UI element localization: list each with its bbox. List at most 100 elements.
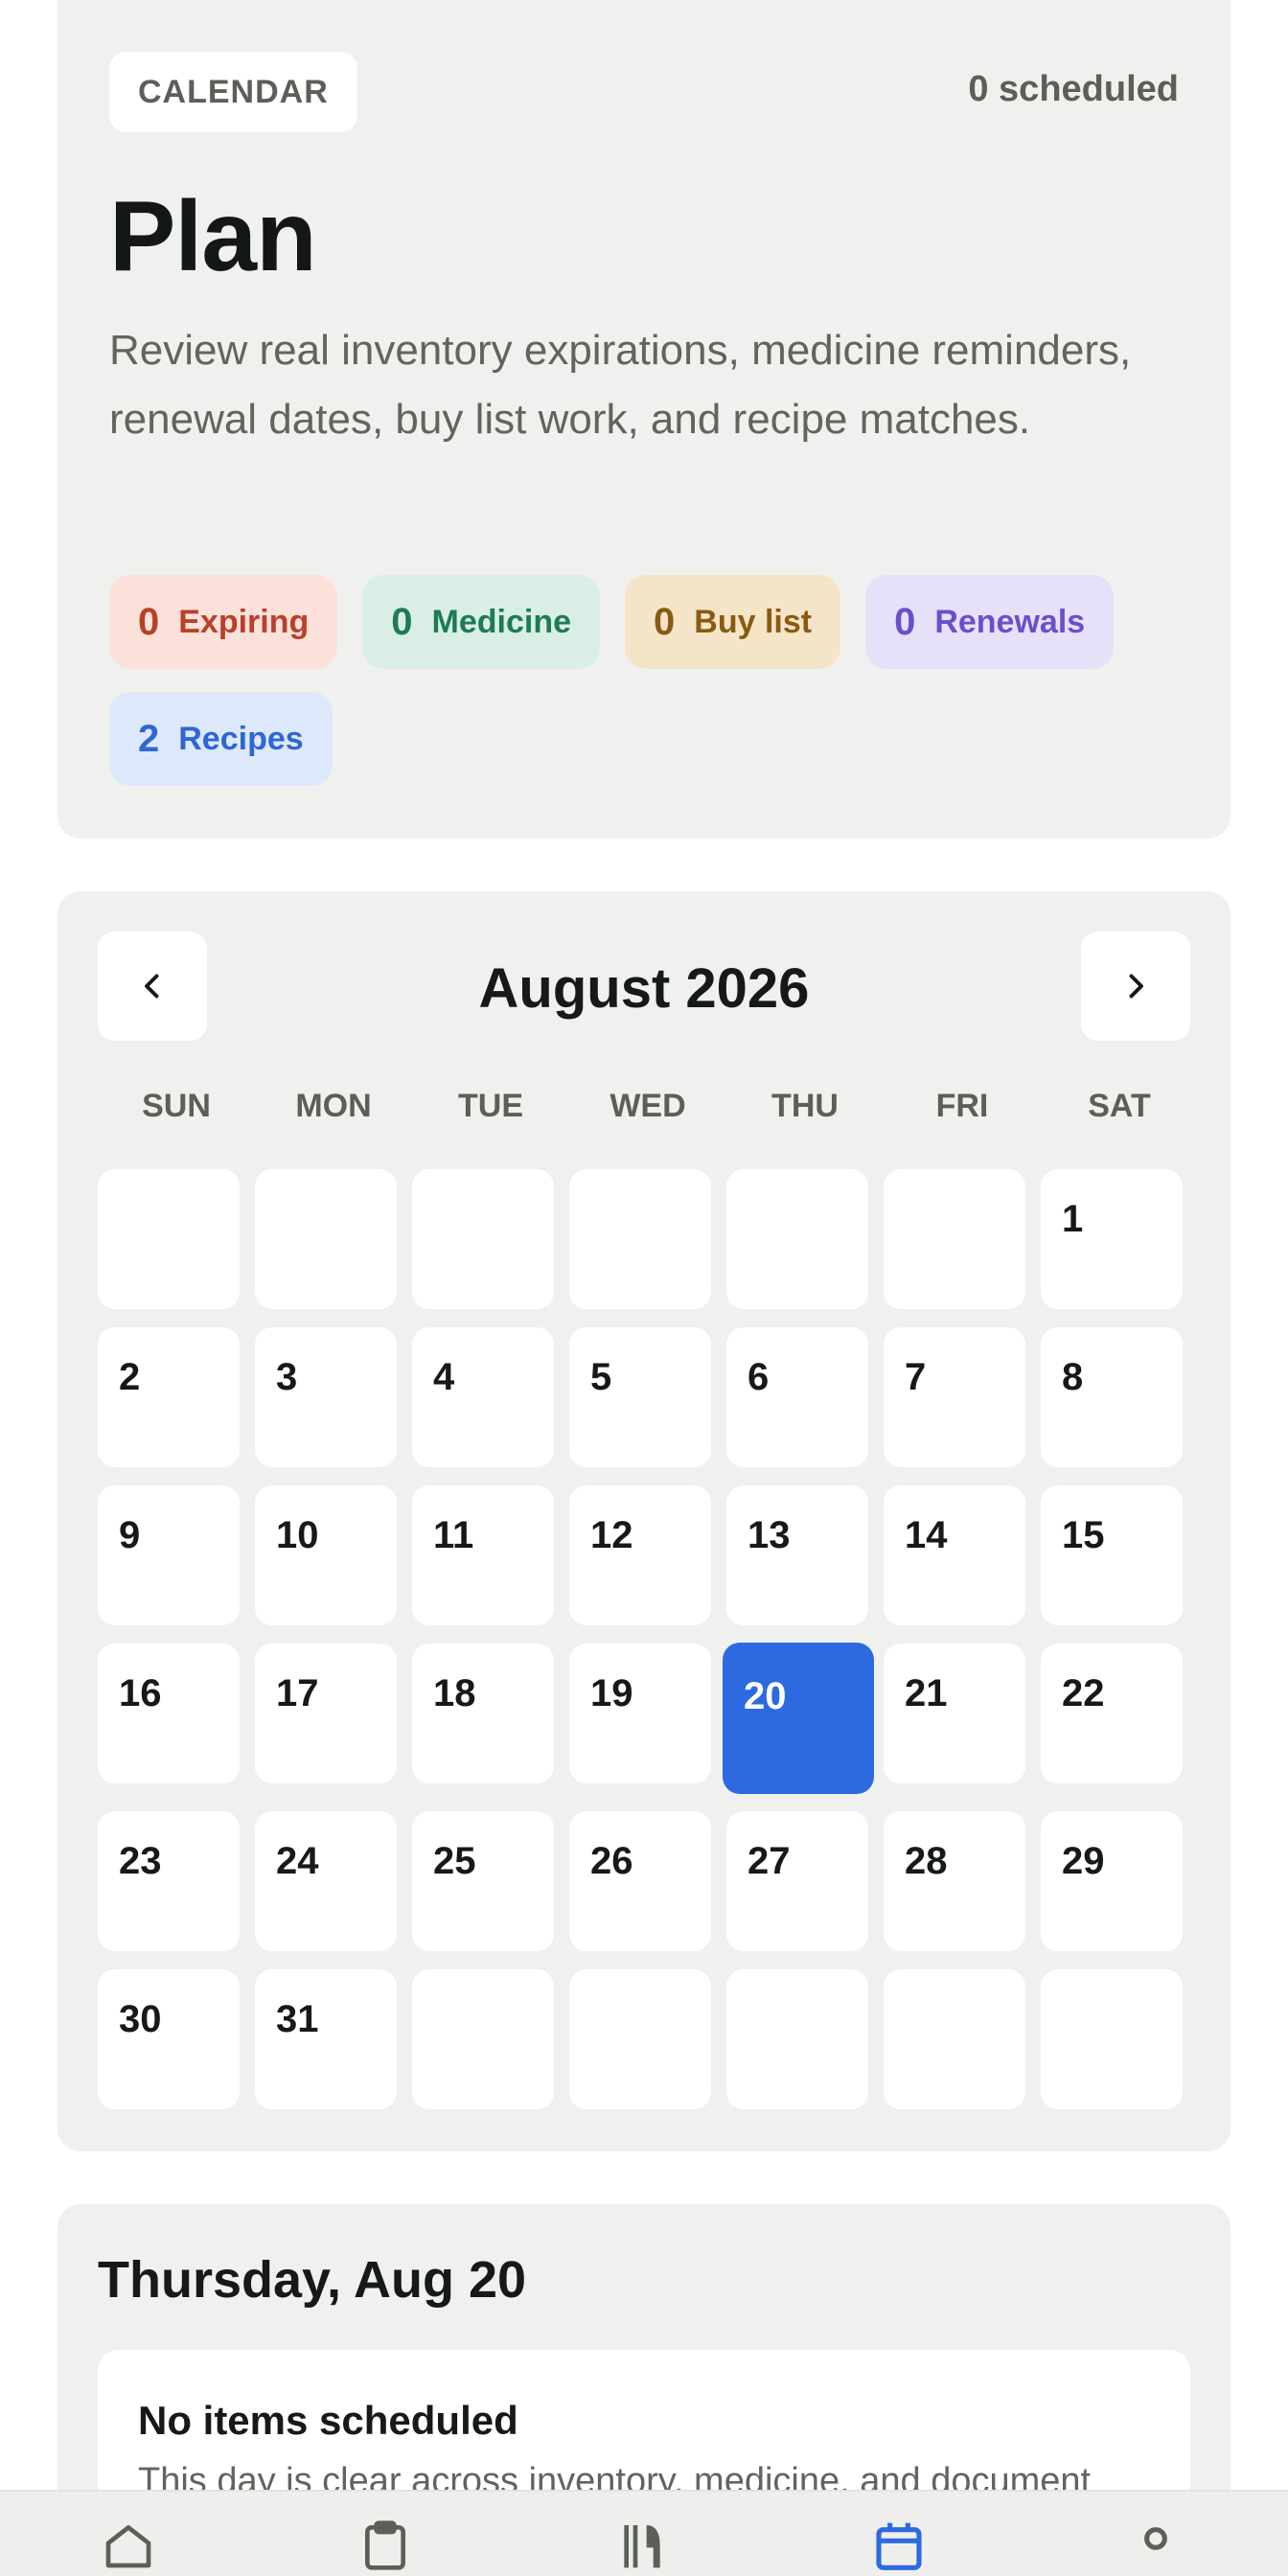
calendar-day[interactable]: 16: [98, 1644, 240, 1783]
day-number: 26: [590, 1840, 633, 1882]
calendar-icon: [876, 2522, 922, 2570]
day-number: 14: [905, 1514, 948, 1556]
page-title: Plan: [109, 181, 317, 292]
calendar-day[interactable]: 5: [569, 1327, 711, 1467]
tab-calendar[interactable]: [770, 2492, 1027, 2576]
day-number: 19: [590, 1672, 633, 1714]
home-icon: [105, 2525, 151, 2568]
calendar-day[interactable]: 30: [98, 1969, 240, 2109]
calendar-day[interactable]: 22: [1041, 1644, 1183, 1783]
calendar-day[interactable]: 25: [412, 1811, 554, 1951]
calendar-empty-cell: [884, 1969, 1025, 2109]
filter-chips: 0 Expiring 0 Medicine 0 Buy list 0 Renew…: [109, 575, 1183, 786]
calendar-day[interactable]: 10: [255, 1485, 397, 1625]
calendar-day[interactable]: 12: [569, 1485, 711, 1625]
empty-state-title: No items scheduled: [138, 2398, 518, 2443]
chip-label: Expiring: [178, 603, 310, 640]
weekday-label: MON: [295, 1088, 372, 1124]
calendar-day[interactable]: 24: [255, 1811, 397, 1951]
calendar-empty-cell: [726, 1969, 868, 2109]
profile-icon: [1144, 2527, 1167, 2550]
chip-recipes[interactable]: 2 Recipes: [109, 692, 333, 786]
calendar-day[interactable]: 15: [1041, 1485, 1183, 1625]
day-number: 8: [1062, 1356, 1084, 1398]
calendar-empty-cell: [1041, 1969, 1183, 2109]
chip-medicine[interactable]: 0 Medicine: [362, 575, 601, 669]
calendar-day[interactable]: 28: [884, 1811, 1025, 1951]
day-number: 18: [433, 1672, 476, 1714]
chip-count: 0: [138, 600, 160, 643]
calendar-day[interactable]: 21: [884, 1644, 1025, 1783]
calendar-day[interactable]: 13: [726, 1485, 868, 1625]
calendar-empty-cell: [412, 1969, 554, 2109]
day-number: 16: [119, 1672, 162, 1714]
day-number: 15: [1062, 1514, 1105, 1556]
calendar-empty-cell: [569, 1169, 711, 1309]
weekday-label: FRI: [935, 1088, 989, 1124]
tab-home[interactable]: [0, 2492, 257, 2576]
day-number: 3: [276, 1356, 298, 1398]
chip-label: Renewals: [934, 603, 1086, 640]
calendar-day[interactable]: 11: [412, 1485, 554, 1625]
calendar-day[interactable]: 9: [98, 1485, 240, 1625]
day-number: 9: [119, 1514, 141, 1556]
chip-label: Recipes: [178, 720, 304, 757]
next-month-button[interactable]: [1081, 932, 1190, 1041]
weekday-label: SUN: [142, 1088, 211, 1124]
chip-label: Medicine: [431, 603, 572, 640]
day-number: 12: [590, 1514, 633, 1556]
calendar-empty-cell: [255, 1169, 397, 1309]
calendar-day[interactable]: 6: [726, 1327, 868, 1467]
scheduled-count: 0 scheduled: [968, 69, 1179, 109]
clipboard-icon: [365, 2520, 405, 2570]
calendar-day[interactable]: 7: [884, 1327, 1025, 1467]
calendar-day[interactable]: 31: [255, 1969, 397, 2109]
calendar-day[interactable]: 26: [569, 1811, 711, 1951]
calendar-empty-cell: [98, 1169, 240, 1309]
calendar-day[interactable]: 18: [412, 1644, 554, 1783]
tab-recipes[interactable]: [514, 2492, 770, 2576]
day-number: 22: [1062, 1672, 1105, 1714]
chip-count: 0: [894, 600, 916, 643]
calendar-day[interactable]: 1: [1041, 1169, 1183, 1309]
day-number: 23: [119, 1840, 162, 1882]
chip-label: Buy list: [694, 603, 813, 640]
day-number: 31: [276, 1998, 319, 2040]
calendar-day[interactable]: 14: [884, 1485, 1025, 1625]
day-number: 2: [119, 1356, 141, 1398]
day-number: 4: [433, 1356, 455, 1398]
summary-card: CALENDAR 0 scheduled Plan Review real in…: [58, 0, 1230, 839]
chevron-right-icon: [1129, 974, 1143, 999]
chip-expiring[interactable]: 0 Expiring: [109, 575, 338, 669]
day-number: 6: [748, 1356, 770, 1398]
tab-profile[interactable]: [1027, 2492, 1284, 2576]
calendar-day[interactable]: 23: [98, 1811, 240, 1951]
day-number: 30: [119, 1998, 162, 2040]
calendar-empty-cell: [726, 1169, 868, 1309]
calendar-empty-cell: [412, 1169, 554, 1309]
chip-count: 2: [138, 717, 160, 760]
calendar-day[interactable]: 29: [1041, 1811, 1183, 1951]
calendar-day[interactable]: 3: [255, 1327, 397, 1467]
calendar-day[interactable]: 27: [726, 1811, 868, 1951]
chip-buy-list[interactable]: 0 Buy list: [625, 575, 841, 669]
calendar-empty-cell: [884, 1169, 1025, 1309]
day-number: 5: [590, 1356, 612, 1398]
tab-inventory[interactable]: [257, 2492, 514, 2576]
chip-renewals[interactable]: 0 Renewals: [865, 575, 1115, 669]
bottom-navigation: [0, 2490, 1288, 2576]
calendar-card: August 2026 SUN MON TUE WED THU FRI SAT 123456…: [58, 891, 1230, 2151]
calendar-day[interactable]: 8: [1041, 1327, 1183, 1467]
weekday-label: SAT: [1088, 1088, 1151, 1124]
calendar-day[interactable]: 4: [412, 1327, 554, 1467]
day-number: 28: [905, 1840, 948, 1882]
weekday-label: THU: [771, 1088, 839, 1124]
calendar-day[interactable]: 2: [98, 1327, 240, 1467]
day-number: 20: [744, 1675, 787, 1717]
calendar-day[interactable]: 17: [255, 1644, 397, 1783]
calendar-day[interactable]: 19: [569, 1644, 711, 1783]
calendar-day-selected[interactable]: 20: [723, 1643, 874, 1794]
day-number: 21: [905, 1672, 948, 1714]
day-number: 27: [748, 1840, 791, 1882]
page-description: Review real inventory expirations, medic…: [109, 327, 1132, 443]
